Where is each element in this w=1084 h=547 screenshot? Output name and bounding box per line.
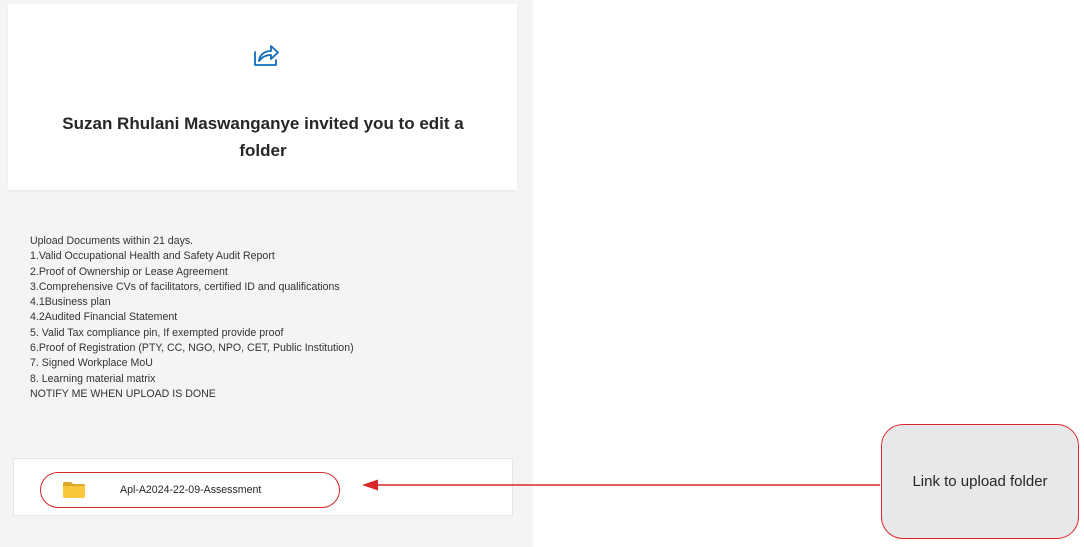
message-line: 6.Proof of Registration (PTY, CC, NGO, N…	[30, 342, 354, 355]
message-line: 1.Valid Occupational Health and Safety A…	[30, 250, 275, 263]
annotation-arrow	[360, 478, 880, 492]
invite-message: Upload Documents within 21 days. 1.Valid…	[30, 234, 500, 402]
message-line: 5. Valid Tax compliance pin, If exempted…	[30, 326, 284, 339]
message-line: 4.2Audited Financial Statement	[30, 311, 178, 324]
message-line: Upload Documents within 21 days.	[30, 235, 194, 247]
invite-title: Suzan Rhulani Maswanganye invited you to…	[62, 114, 464, 160]
email-panel: Suzan Rhulani Maswanganye invited you to…	[0, 0, 533, 547]
message-line: 3.Comprehensive CVs of facilitators, cer…	[30, 280, 340, 293]
message-line: 8. Learning material matrix	[30, 372, 156, 385]
message-line: 4.1Business plan	[30, 296, 111, 309]
message-line: 2.Proof of Ownership or Lease Agreement	[30, 265, 228, 278]
message-line: 7. Signed Workplace MoU	[30, 357, 153, 370]
invite-card: Suzan Rhulani Maswanganye invited you to…	[8, 4, 517, 190]
annotation-callout: Link to upload folder	[881, 424, 1079, 539]
callout-text: Link to upload folder	[912, 472, 1048, 490]
folder-highlight-annotation	[40, 472, 340, 508]
share-icon	[252, 40, 280, 68]
message-line: NOTIFY ME WHEN UPLOAD IS DONE	[30, 387, 216, 400]
